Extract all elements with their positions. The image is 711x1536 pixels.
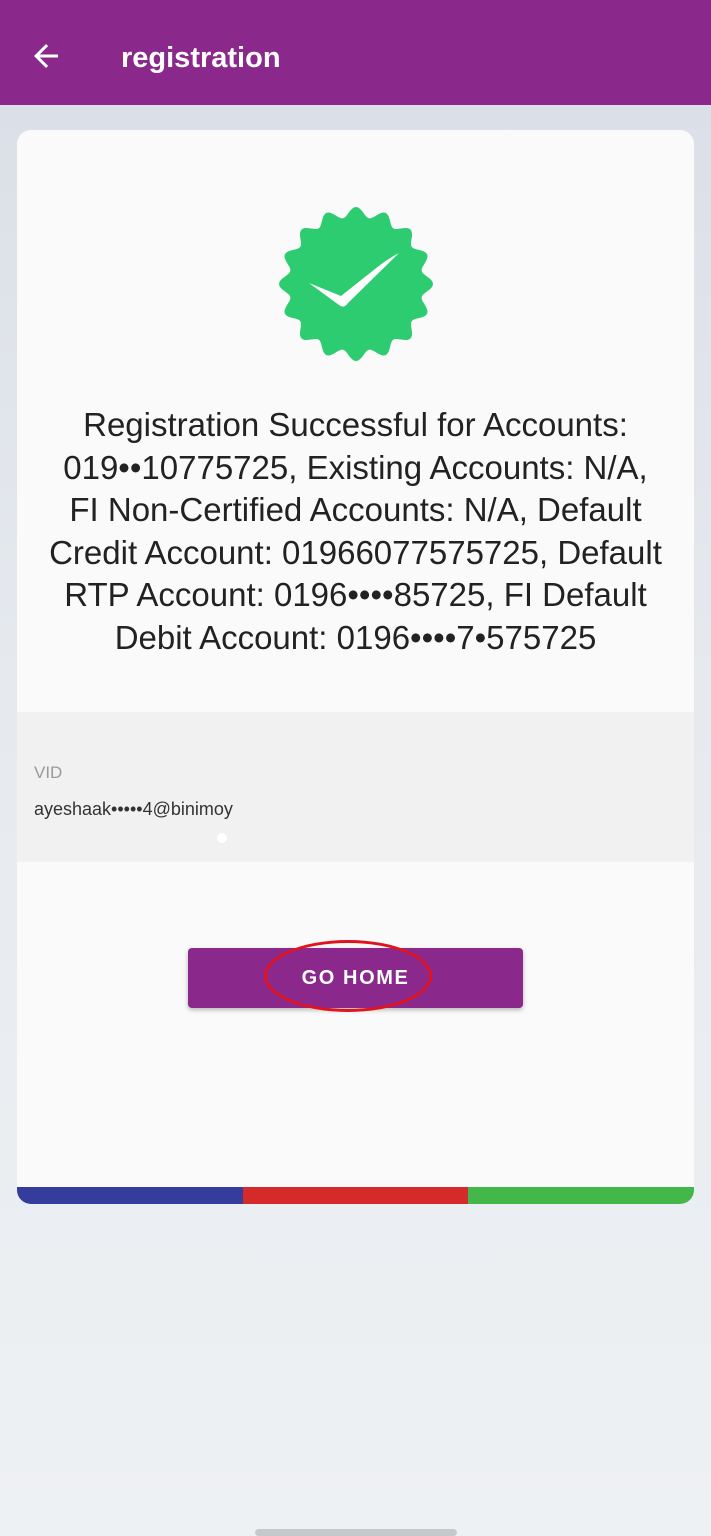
color-segment-blue [17, 1187, 243, 1204]
page-title: registration [121, 42, 281, 74]
color-segment-red [242, 1187, 469, 1204]
registration-success-message: Registration Successful for Accounts: 01… [49, 406, 662, 656]
scroll-dot [217, 833, 227, 843]
vid-label: VID [34, 763, 63, 782]
vid-value: ayeshaak•••••4@binimoy [34, 799, 233, 819]
verified-check-badge-icon [275, 203, 437, 365]
registration-result-card: Registration Successful for Accounts: 01… [17, 130, 694, 1204]
back-button[interactable] [28, 38, 64, 74]
home-indicator [255, 1529, 457, 1536]
color-segment-green [468, 1187, 694, 1204]
app-bar: registration [0, 0, 711, 105]
go-home-button[interactable]: GO HOME [188, 948, 523, 1008]
arrow-back-icon [34, 44, 58, 68]
vid-section: VID ayeshaak•••••4@binimoy [17, 712, 694, 862]
footer-color-bar [17, 1187, 694, 1204]
